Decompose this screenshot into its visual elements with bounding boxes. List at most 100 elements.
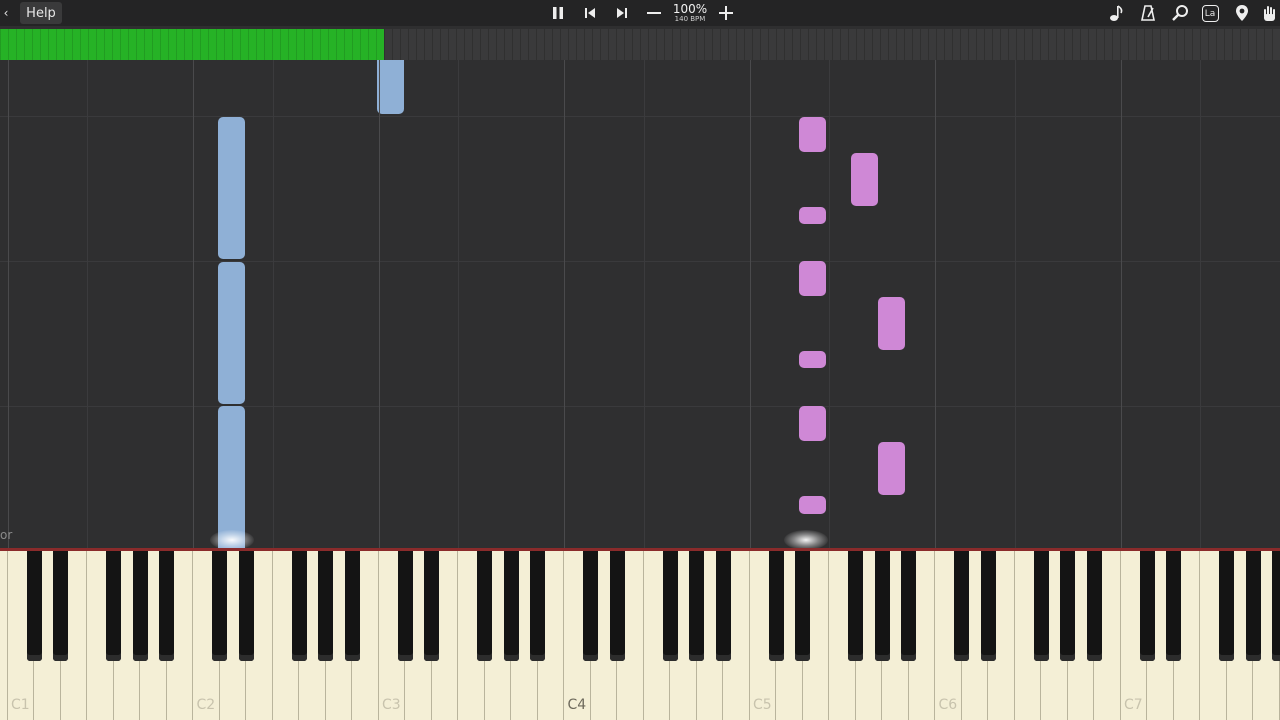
note-icon <box>1110 5 1123 21</box>
black-key[interactable] <box>397 551 413 661</box>
note-left-hand <box>218 262 245 404</box>
metronome-button[interactable] <box>1134 0 1162 26</box>
hand-button[interactable] <box>1258 0 1280 26</box>
grid-line <box>0 261 1280 262</box>
note-right-hand <box>799 351 826 368</box>
skip-back-icon <box>585 8 595 18</box>
black-key[interactable] <box>1139 551 1155 661</box>
octave-label-c5: C5 <box>753 697 772 713</box>
black-key[interactable] <box>106 551 121 661</box>
hand-icon <box>1264 6 1275 21</box>
search-icon <box>1172 5 1188 21</box>
zoom-in-icon <box>719 6 733 20</box>
piano-keyboard[interactable] <box>0 551 1280 720</box>
skip-back-button[interactable] <box>576 0 604 26</box>
location-button[interactable] <box>1228 0 1256 26</box>
black-key[interactable] <box>609 551 625 661</box>
note-right-hand <box>878 297 905 350</box>
skip-forward-button[interactable] <box>608 0 636 26</box>
note-right-hand <box>878 442 905 495</box>
black-key[interactable] <box>1245 551 1261 661</box>
white-key[interactable] <box>0 551 8 720</box>
octave-label-c6: C6 <box>938 697 958 713</box>
black-key[interactable] <box>1033 551 1049 661</box>
key-glow <box>210 530 254 548</box>
guide-line <box>644 60 645 548</box>
guide-line <box>193 60 194 548</box>
black-key[interactable] <box>848 551 863 661</box>
guide-line <box>273 60 274 548</box>
progress-bar[interactable] <box>0 29 1280 60</box>
guide-line <box>829 60 830 548</box>
black-key[interactable] <box>689 551 704 661</box>
black-key[interactable] <box>344 551 360 661</box>
location-icon <box>1236 5 1248 21</box>
help-button[interactable]: Help <box>20 2 62 24</box>
black-key[interactable] <box>1219 551 1234 661</box>
black-key[interactable] <box>424 551 439 661</box>
corner-text: or <box>0 528 13 542</box>
progress-fill <box>0 29 384 60</box>
black-key[interactable] <box>238 551 254 661</box>
octave-label-c3: C3 <box>382 697 401 713</box>
note-left-hand <box>218 406 245 548</box>
black-key[interactable] <box>715 551 731 661</box>
black-key[interactable] <box>874 551 890 661</box>
bpm-value: 140 BPM <box>674 15 706 23</box>
black-key[interactable] <box>795 551 810 661</box>
black-key[interactable] <box>768 551 784 661</box>
note-left-hand <box>218 117 245 259</box>
note-right-hand <box>799 117 826 152</box>
guide-line <box>750 60 751 548</box>
black-key[interactable] <box>477 551 492 661</box>
speed-down-button[interactable] <box>640 0 668 26</box>
black-key[interactable] <box>1272 551 1280 661</box>
black-key[interactable] <box>212 551 227 661</box>
guide-line <box>8 60 9 548</box>
octave-label-c2: C2 <box>196 697 216 713</box>
piano-roll <box>0 60 1280 548</box>
back-button[interactable]: ‹ <box>0 0 12 26</box>
note-right-hand <box>799 496 826 514</box>
key-glow <box>784 530 828 548</box>
speed-up-button[interactable] <box>712 0 740 26</box>
guide-line <box>1200 60 1201 548</box>
note-right-hand <box>799 207 826 224</box>
label-button[interactable]: La <box>1196 0 1224 26</box>
black-key[interactable] <box>159 551 174 661</box>
guide-line <box>564 60 565 548</box>
black-key[interactable] <box>954 551 969 661</box>
black-key[interactable] <box>662 551 678 661</box>
black-key[interactable] <box>318 551 333 661</box>
guide-line <box>87 60 88 548</box>
black-key[interactable] <box>503 551 519 661</box>
black-key[interactable] <box>1060 551 1075 661</box>
black-key[interactable] <box>291 551 307 661</box>
note-right-hand <box>799 261 826 296</box>
label-icon: La <box>1201 4 1219 22</box>
black-key[interactable] <box>26 551 42 661</box>
note-right-hand <box>799 406 826 441</box>
guide-line <box>458 60 459 548</box>
black-key[interactable] <box>980 551 996 661</box>
note-button[interactable] <box>1102 0 1130 26</box>
black-key[interactable] <box>901 551 916 661</box>
speed-percent: 100% <box>672 2 708 16</box>
pause-button[interactable] <box>544 0 572 26</box>
octave-label-c7: C7 <box>1124 697 1143 713</box>
guide-line <box>1121 60 1122 548</box>
black-key[interactable] <box>530 551 545 661</box>
search-button[interactable] <box>1166 0 1194 26</box>
guide-line <box>1015 60 1016 548</box>
black-key[interactable] <box>1166 551 1181 661</box>
black-key[interactable] <box>53 551 68 661</box>
guide-line <box>379 60 380 548</box>
guide-line <box>935 60 936 548</box>
black-key[interactable] <box>583 551 598 661</box>
black-key[interactable] <box>1086 551 1102 661</box>
octave-label-c1: C1 <box>11 697 30 713</box>
grid-line <box>0 116 1280 117</box>
octave-label-c4: C4 <box>567 697 587 713</box>
note-right-hand <box>851 153 878 206</box>
black-key[interactable] <box>132 551 148 661</box>
